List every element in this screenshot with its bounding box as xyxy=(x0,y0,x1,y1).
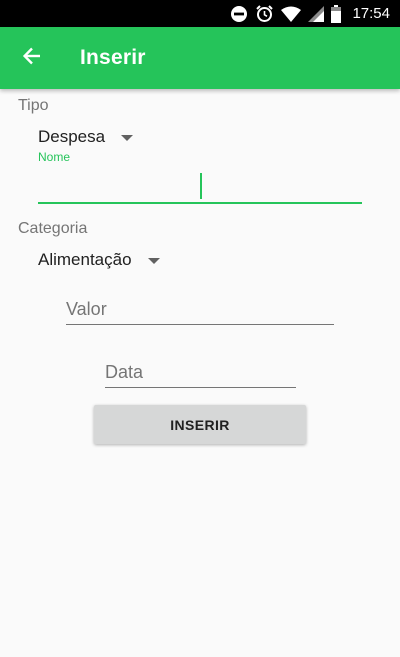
insert-button-label: INSERIR xyxy=(170,416,230,433)
text-cursor xyxy=(200,173,202,199)
status-time: 17:54 xyxy=(352,5,390,22)
categoria-label: Categoria xyxy=(18,220,88,237)
page-title: Inserir xyxy=(80,46,146,69)
do-not-disturb-icon xyxy=(230,5,248,23)
alarm-icon xyxy=(255,4,274,23)
back-button[interactable] xyxy=(10,36,54,80)
status-icons: 17:54 xyxy=(230,0,390,27)
signal-icon xyxy=(308,5,325,22)
arrow-back-icon xyxy=(22,46,42,71)
nome-label: Nome xyxy=(38,150,71,164)
nome-underline xyxy=(38,202,362,204)
tipo-label: Tipo xyxy=(18,97,49,114)
data-input[interactable] xyxy=(105,359,296,385)
valor-underline xyxy=(66,324,334,325)
battery-icon xyxy=(331,4,342,23)
tipo-spinner[interactable]: Despesa xyxy=(38,127,134,147)
categoria-selected-value: Alimentação xyxy=(38,250,132,269)
status-bar: 17:54 xyxy=(0,0,400,27)
valor-input[interactable] xyxy=(66,296,334,322)
categoria-spinner[interactable]: Alimentação xyxy=(38,250,160,270)
data-underline xyxy=(105,387,296,388)
dropdown-arrow-icon xyxy=(121,135,134,141)
tipo-selected-value: Despesa xyxy=(38,127,106,146)
app-bar: Inserir xyxy=(0,27,400,89)
dropdown-arrow-icon xyxy=(147,258,160,264)
insert-button[interactable]: INSERIR xyxy=(94,405,306,444)
wifi-icon xyxy=(281,6,302,22)
